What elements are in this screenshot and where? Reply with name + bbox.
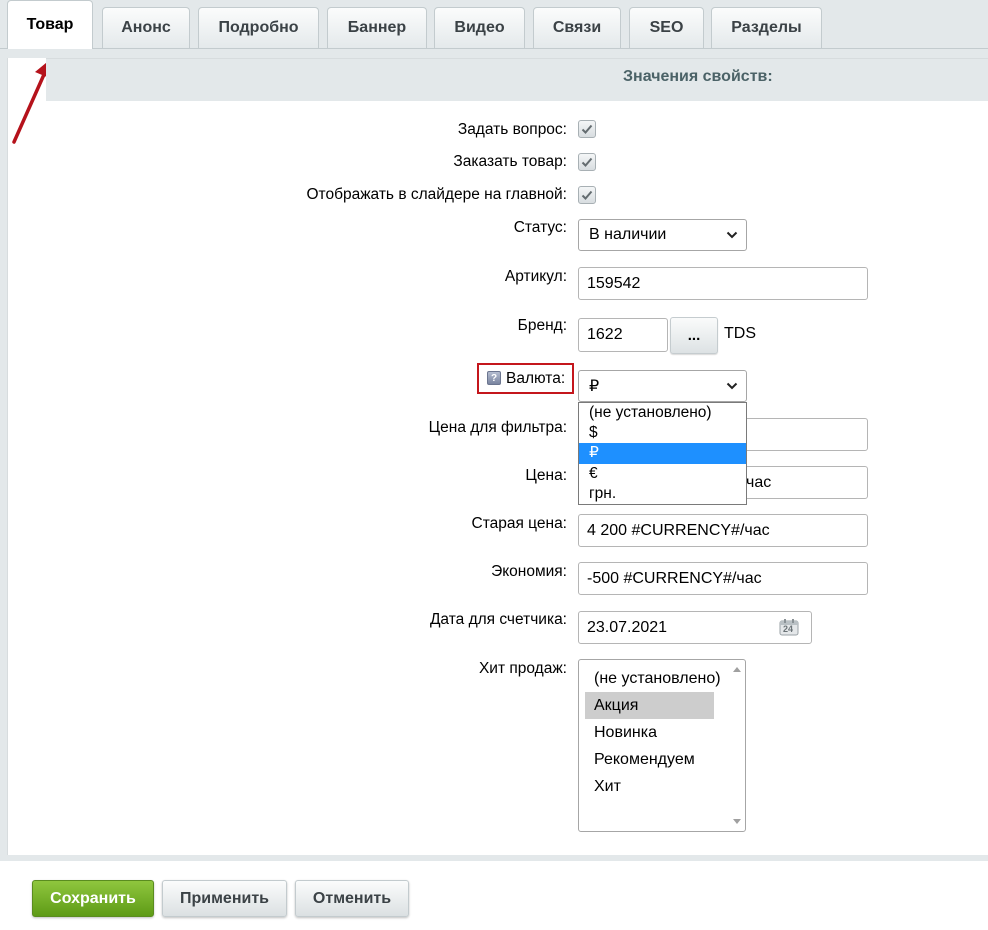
status-label: Статус: <box>513 219 567 236</box>
calendar-day: 24 <box>783 624 794 634</box>
tab-banner[interactable]: Баннер <box>327 7 427 48</box>
order-item-checkbox[interactable] <box>578 153 596 171</box>
bestseller-option[interactable]: Рекомендуем <box>585 746 714 773</box>
panel-left-edge <box>0 58 7 858</box>
save-button[interactable]: Сохранить <box>32 880 154 917</box>
tab-video[interactable]: Видео <box>434 7 525 48</box>
panel-border <box>7 58 8 858</box>
counter-date-label: Дата для счетчика: <box>429 611 567 628</box>
brand-name: TDS <box>724 325 756 342</box>
ask-question-label: Задать вопрос: <box>457 121 567 138</box>
currency-option-selected[interactable]: ₽ <box>579 443 746 464</box>
tab-seo[interactable]: SEO <box>629 7 704 48</box>
article-label: Артикул: <box>504 268 567 285</box>
tab-links[interactable]: Связи <box>533 7 621 48</box>
calendar-icon[interactable]: 24 <box>779 619 799 636</box>
savings-input[interactable]: -500 #CURRENCY#/час <box>578 562 868 595</box>
tab-details[interactable]: Подробно <box>198 7 319 48</box>
chevron-down-icon <box>726 382 738 390</box>
scroll-up-icon[interactable] <box>733 667 741 672</box>
brand-input[interactable]: 1622 <box>578 318 668 352</box>
chevron-down-icon <box>726 231 738 239</box>
checkmark-icon <box>581 190 593 200</box>
bestseller-listbox[interactable]: (не установлено) Акция Новинка Рекоменду… <box>578 659 746 832</box>
help-icon[interactable]: ? <box>487 371 501 385</box>
bestseller-label: Хит продаж: <box>478 660 567 677</box>
bestseller-option[interactable]: Новинка <box>585 719 714 746</box>
bestseller-option-highlighted[interactable]: Акция <box>585 692 714 719</box>
bestseller-option[interactable]: (не установлено) <box>585 665 721 692</box>
article-input[interactable]: 159542 <box>578 267 868 300</box>
currency-dropdown-list[interactable]: (не установлено) $ ₽ € грн. <box>578 402 747 505</box>
brand-label: Бренд: <box>517 317 567 334</box>
show-in-slider-label: Отображать в слайдере на главной: <box>306 186 567 203</box>
checkmark-icon <box>581 124 593 134</box>
apply-button[interactable]: Применить <box>162 880 287 917</box>
savings-label: Экономия: <box>491 563 567 580</box>
tab-product[interactable]: Товар <box>7 0 93 49</box>
currency-value: ₽ <box>589 378 600 395</box>
counter-date-input[interactable]: 23.07.2021 24 <box>578 611 812 644</box>
currency-option[interactable]: грн. <box>579 484 746 504</box>
currency-option[interactable]: $ <box>579 423 746 443</box>
cancel-button[interactable]: Отменить <box>295 880 409 917</box>
bestseller-option[interactable]: Хит <box>585 773 714 800</box>
price-label: Цена: <box>525 467 567 484</box>
tab-divider <box>0 48 988 49</box>
old-price-label: Старая цена: <box>471 515 568 532</box>
tab-sections[interactable]: Разделы <box>711 7 822 48</box>
order-item-label: Заказать товар: <box>453 153 567 170</box>
section-title: Значения свойств: <box>623 68 773 85</box>
status-value: В наличии <box>589 226 667 243</box>
scroll-down-icon[interactable] <box>733 819 741 824</box>
section-header: Значения свойств: <box>46 58 988 101</box>
filter-price-label: Цена для фильтра: <box>428 419 567 436</box>
currency-label: Валюта: <box>506 370 566 387</box>
counter-date-value: 23.07.2021 <box>587 618 668 636</box>
brand-browse-button[interactable]: ... <box>670 317 718 354</box>
currency-select[interactable]: ₽ <box>578 370 747 402</box>
footer-divider <box>0 855 988 861</box>
checkmark-icon <box>581 157 593 167</box>
currency-option[interactable]: (не установлено) <box>579 403 746 423</box>
status-select[interactable]: В наличии <box>578 219 747 251</box>
price-value: час <box>746 473 772 491</box>
currency-option[interactable]: € <box>579 464 746 484</box>
tab-announce[interactable]: Анонс <box>102 7 190 48</box>
ask-question-checkbox[interactable] <box>578 120 596 138</box>
old-price-input[interactable]: 4 200 #CURRENCY#/час <box>578 514 868 547</box>
show-in-slider-checkbox[interactable] <box>578 186 596 204</box>
